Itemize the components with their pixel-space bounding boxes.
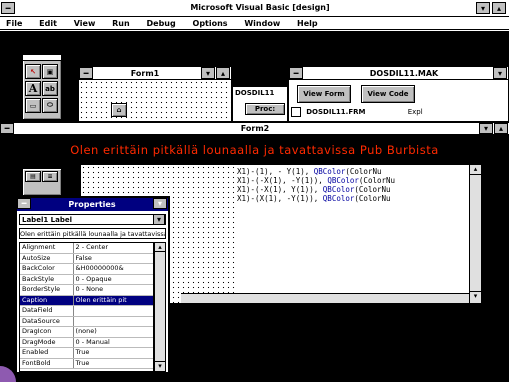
project-file-note: Expl — [407, 108, 423, 116]
banner-text: Olen erittäin pitkällä lounaalla ja tava… — [70, 143, 439, 157]
project-system-menu-icon[interactable]: ━ — [289, 67, 303, 79]
property-row[interactable]: BackStyle 0 - Opaque — [20, 274, 153, 285]
property-row-selected[interactable]: Caption Olen erittäin pit — [20, 295, 153, 306]
system-menu-icon[interactable]: ━ — [1, 2, 15, 14]
label-tool-icon[interactable]: A — [25, 81, 41, 96]
property-row[interactable]: FontBold True — [20, 358, 153, 369]
property-value-field[interactable]: Olen erittäin pitkällä lounaalla ja tava… — [19, 228, 166, 239]
object-selector-dropdown-icon[interactable]: ▾ — [153, 214, 165, 225]
form2-title-bar: ━ Form2 ▾ ▴ — [0, 122, 509, 135]
combo-tool-icon[interactable]: ≡ — [42, 171, 58, 182]
form-file-icon — [291, 107, 301, 117]
menu-help[interactable]: Help — [297, 19, 318, 28]
property-value-text: Olen erittäin pitkällä lounaalla ja tava… — [20, 230, 166, 238]
project-title-bar: ━ DOSDIL11.MAK ▾ — [289, 67, 508, 80]
properties-window: ━ Properties ▾ Label1 Label ▾ Olen eritt… — [15, 196, 170, 374]
button-tool-icon[interactable]: ⬭ — [42, 98, 58, 113]
properties-scroll-up-icon[interactable]: ▴ — [155, 243, 165, 252]
maximize-button[interactable]: ▴ — [492, 2, 506, 14]
menu-window[interactable]: Window — [244, 19, 280, 28]
code-line: X1)-(-X(1), Y(1)), QBColor(ColorNu — [237, 185, 391, 194]
project-minimize-button[interactable]: ▾ — [493, 67, 507, 79]
menu-run[interactable]: Run — [112, 19, 130, 28]
form2-minimize-button[interactable]: ▾ — [479, 123, 493, 134]
object-selector[interactable]: Label1 Label ▾ — [19, 214, 166, 225]
menu-bar: File Edit View Run Debug Options Window … — [0, 17, 509, 30]
property-row[interactable]: AutoSize False — [20, 253, 153, 264]
code-line: X1)-(X(1), -Y(1)), QBColor(ColorNu — [237, 194, 391, 203]
menu-debug[interactable]: Debug — [147, 19, 176, 28]
form1-title: Form1 — [130, 69, 160, 78]
code-object-name: DOSDIL11 — [235, 89, 275, 97]
properties-system-menu-icon[interactable]: ━ — [17, 198, 31, 209]
code-window-fragment[interactable]: DOSDIL11 Proc: — [232, 86, 288, 122]
properties-title-bar: ━ Properties ▾ — [17, 198, 168, 211]
form1-minimize-button[interactable]: ▾ — [201, 67, 215, 79]
code-vertical-scrollbar[interactable]: ▴ ▾ — [469, 165, 481, 303]
form2-title: Form2 — [240, 124, 270, 133]
view-form-button[interactable]: View Form — [297, 85, 351, 103]
view-code-button[interactable]: View Code — [361, 85, 415, 103]
form1-image-control[interactable]: ⌂ — [111, 103, 127, 117]
properties-close-button[interactable]: ▾ — [153, 198, 167, 209]
toolbox-lower: ▤ ≡ — [22, 168, 62, 196]
property-row[interactable]: DataSource — [20, 316, 153, 327]
form1-system-menu-icon[interactable]: ━ — [79, 67, 93, 79]
pointer-tool-icon[interactable]: ↖ — [25, 64, 41, 79]
form1-design-grid[interactable] — [79, 80, 231, 121]
option-tool-icon[interactable]: ▤ — [25, 171, 41, 182]
code-horizontal-scrollbar[interactable] — [181, 293, 469, 303]
form1-title-bar: ━ Form1 ▾ ▴ — [79, 67, 231, 80]
properties-scroll-down-icon[interactable]: ▾ — [155, 361, 165, 370]
textbox-tool-icon[interactable]: ab — [42, 81, 58, 96]
project-file-row[interactable]: DOSDIL11.FRM Expl — [291, 107, 506, 120]
code-line: X1)-(1), - Y(1), QBColor(ColorNu — [237, 167, 382, 176]
code-line: X1)-(-X(1), -Y(1)), QBColor(ColorNu — [237, 176, 396, 185]
property-row[interactable]: BackColor &H00000000& — [20, 264, 153, 275]
project-title: DOSDIL11.MAK — [369, 69, 439, 78]
toolbox-title — [23, 55, 61, 61]
menu-edit[interactable]: Edit — [39, 19, 57, 28]
form2-system-menu-icon[interactable]: ━ — [0, 123, 14, 134]
menu-file[interactable]: File — [6, 19, 22, 28]
app-title: Microsoft Visual Basic [design] — [190, 3, 330, 12]
property-row[interactable]: DataField — [20, 306, 153, 317]
property-list: Alignment 2 - Center AutoSize False BackCo… — [19, 242, 154, 372]
minimize-button[interactable]: ▾ — [476, 2, 490, 14]
proc-label: Proc: — [254, 105, 276, 113]
properties-scrollbar[interactable]: ▴ ▾ — [154, 242, 166, 372]
scroll-up-arrow-icon[interactable]: ▴ — [470, 165, 481, 175]
property-row[interactable]: BorderStyle 0 - None — [20, 285, 153, 296]
menu-view[interactable]: View — [74, 19, 96, 28]
scroll-down-arrow-icon[interactable]: ▾ — [470, 291, 481, 301]
code-lines: X1)-(1), - Y(1), QBColor(ColorNu X1)-(-X… — [237, 167, 469, 203]
project-file-name: DOSDIL11.FRM — [306, 108, 366, 116]
property-row[interactable]: Enabled True — [20, 348, 153, 359]
property-row[interactable]: DragMode 0 - Manual — [20, 337, 153, 348]
code-proc-dropdown[interactable]: Proc: — [245, 103, 285, 115]
toolbox: ↖ ▣ A ab ▭ ⬭ — [22, 54, 62, 120]
form1-window[interactable]: ━ Form1 ▾ ▴ ⌂ — [78, 66, 232, 122]
label1-banner[interactable]: Olen erittäin pitkällä lounaalla ja tava… — [0, 136, 509, 164]
menu-options[interactable]: Options — [193, 19, 228, 28]
form2-maximize-button[interactable]: ▴ — [494, 123, 508, 134]
app-title-bar: ━ Microsoft Visual Basic [design] ▾ ▴ — [0, 0, 509, 17]
property-row[interactable]: DragIcon (none) — [20, 327, 153, 338]
frame-tool-icon[interactable]: ▭ — [25, 98, 41, 113]
form1-maximize-button[interactable]: ▴ — [216, 67, 230, 79]
properties-title: Properties — [68, 200, 116, 209]
picture-tool-icon[interactable]: ▣ — [42, 64, 58, 79]
property-row[interactable]: Alignment 2 - Center — [20, 243, 153, 254]
project-window: ━ DOSDIL11.MAK ▾ View Form View Code DOS… — [288, 66, 509, 122]
object-selector-value: Label1 Label — [22, 216, 72, 224]
